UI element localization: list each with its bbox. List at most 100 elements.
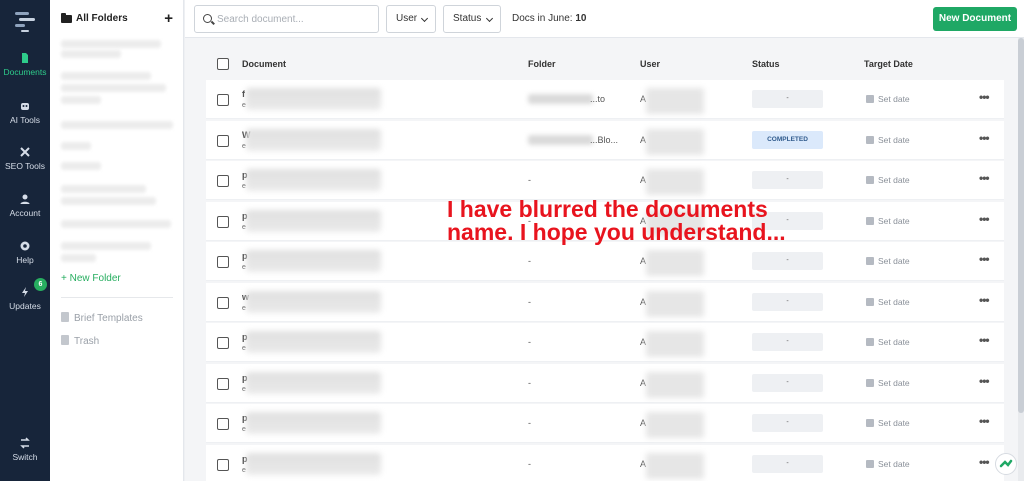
row-checkbox[interactable]: [217, 94, 229, 106]
blurred-folder-name: [528, 134, 593, 145]
chat-widget-button[interactable]: [995, 453, 1017, 475]
new-document-button[interactable]: New Document: [933, 7, 1017, 31]
target-date-cell[interactable]: Set date: [866, 135, 910, 145]
table-row[interactable]: We...Blo...ACOMPLETEDSet date•••: [206, 120, 1004, 160]
more-options-icon[interactable]: •••: [979, 333, 990, 347]
rail-account[interactable]: Account: [0, 193, 50, 218]
status-badge[interactable]: COMPLETED: [752, 130, 823, 149]
all-folders-title[interactable]: All Folders: [76, 13, 128, 24]
folder-item[interactable]: [61, 242, 151, 250]
blurred-user-name: [646, 128, 704, 155]
target-date-cell[interactable]: Set date: [866, 459, 910, 469]
rail-switch[interactable]: Switch: [0, 437, 50, 462]
target-date-cell[interactable]: Set date: [866, 418, 910, 428]
more-options-icon[interactable]: •••: [979, 414, 990, 428]
brief-templates-link[interactable]: Brief Templates: [61, 312, 143, 324]
table-row[interactable]: f e ...to A - Set date •••: [206, 80, 1004, 119]
user-filter-dropdown[interactable]: User: [386, 5, 436, 33]
top-bar: User Status Docs in June: 10 New Documen…: [185, 0, 1024, 38]
row-checkbox[interactable]: [217, 418, 229, 430]
trash-link[interactable]: Trash: [61, 335, 99, 347]
more-options-icon[interactable]: •••: [979, 252, 990, 266]
folder-cell: -: [528, 256, 531, 266]
row-checkbox[interactable]: [217, 256, 229, 268]
target-date-cell[interactable]: Set date: [866, 94, 910, 104]
select-all-checkbox[interactable]: [217, 58, 229, 70]
target-date-cell[interactable]: Set date: [866, 337, 910, 347]
table-row[interactable]: p e - A - Set date •••: [206, 323, 1004, 362]
scroll-thumb[interactable]: [1018, 38, 1024, 413]
help-icon: [20, 241, 30, 251]
document-name[interactable]: f: [242, 89, 245, 99]
more-options-icon[interactable]: •••: [979, 374, 990, 388]
folder-item[interactable]: [61, 72, 151, 80]
folder-item[interactable]: [61, 40, 161, 48]
search-input[interactable]: [217, 11, 372, 27]
table-row[interactable]: p e - A - Set date •••: [206, 444, 1004, 481]
more-options-icon[interactable]: •••: [979, 171, 990, 185]
col-status[interactable]: Status: [752, 59, 780, 69]
more-options-icon[interactable]: •••: [979, 455, 990, 469]
rail-seo-tools[interactable]: SEO Tools: [0, 146, 50, 171]
blurred-user-name: [646, 331, 704, 357]
blurred-document-name: [246, 128, 381, 151]
row-checkbox[interactable]: [217, 377, 229, 390]
rail-updates[interactable]: Updates 6: [0, 278, 50, 311]
table-row[interactable]: p e - A - Set date •••: [206, 242, 1004, 281]
col-user[interactable]: User: [640, 59, 660, 69]
rail-ai-tools[interactable]: AI Tools: [0, 100, 50, 125]
new-folder-link[interactable]: + New Folder: [61, 273, 121, 284]
status-badge[interactable]: -: [752, 171, 823, 189]
calendar-icon: [866, 338, 874, 346]
col-target-date[interactable]: Target Date: [864, 59, 913, 69]
scrollbar[interactable]: [1018, 38, 1024, 481]
row-checkbox[interactable]: [217, 458, 229, 471]
status-badge[interactable]: -: [752, 90, 823, 108]
status-filter-dropdown[interactable]: Status: [443, 5, 501, 33]
row-checkbox[interactable]: [217, 337, 229, 349]
status-badge[interactable]: -: [752, 333, 823, 351]
target-date-cell[interactable]: Set date: [866, 175, 910, 185]
folders-header: All Folders +: [61, 10, 173, 28]
status-filter-label: Status: [453, 13, 482, 24]
status-badge[interactable]: -: [752, 292, 823, 311]
status-badge[interactable]: -: [752, 373, 823, 392]
target-date-cell[interactable]: Set date: [866, 216, 910, 226]
app-logo-icon[interactable]: [12, 8, 38, 34]
more-options-icon[interactable]: •••: [979, 212, 990, 226]
table-row[interactable]: we-A-Set date•••: [206, 282, 1004, 322]
target-date-cell[interactable]: Set date: [866, 256, 910, 266]
more-options-icon[interactable]: •••: [979, 90, 990, 104]
target-date-cell[interactable]: Set date: [866, 378, 910, 388]
status-badge[interactable]: -: [752, 414, 823, 432]
row-checkbox[interactable]: [217, 175, 229, 187]
col-folder[interactable]: Folder: [528, 59, 556, 69]
rail-documents[interactable]: Documents: [0, 52, 50, 77]
calendar-icon: [866, 135, 874, 144]
target-date-cell[interactable]: Set date: [866, 297, 910, 307]
folder-item[interactable]: [61, 162, 101, 170]
table-row[interactable]: p e - A - Set date •••: [206, 404, 1004, 443]
blurred-user-name: [646, 371, 704, 398]
search-box[interactable]: [194, 5, 379, 33]
folder-item[interactable]: [61, 121, 173, 129]
more-options-icon[interactable]: •••: [979, 293, 990, 307]
folder-item[interactable]: [61, 220, 171, 228]
add-folder-button[interactable]: +: [164, 10, 173, 28]
col-document[interactable]: Document: [242, 59, 286, 69]
table-row[interactable]: p e - A - Set date •••: [206, 363, 1004, 403]
status-badge[interactable]: -: [752, 454, 823, 473]
tools-icon: [20, 147, 30, 157]
table-row[interactable]: p e - A - Set date •••: [206, 161, 1004, 200]
row-checkbox[interactable]: [217, 134, 229, 147]
row-checkbox[interactable]: [217, 296, 229, 309]
status-badge[interactable]: -: [752, 252, 823, 270]
folder-item[interactable]: [61, 185, 146, 193]
more-options-icon[interactable]: •••: [979, 131, 990, 145]
blurred-document-name: [246, 169, 381, 191]
rail-help[interactable]: Help: [0, 240, 50, 265]
row-checkbox[interactable]: [217, 215, 229, 228]
docs-count-label: Docs in June:: [512, 13, 576, 24]
folder-item[interactable]: [61, 142, 91, 150]
blurred-document-name: [246, 209, 381, 232]
